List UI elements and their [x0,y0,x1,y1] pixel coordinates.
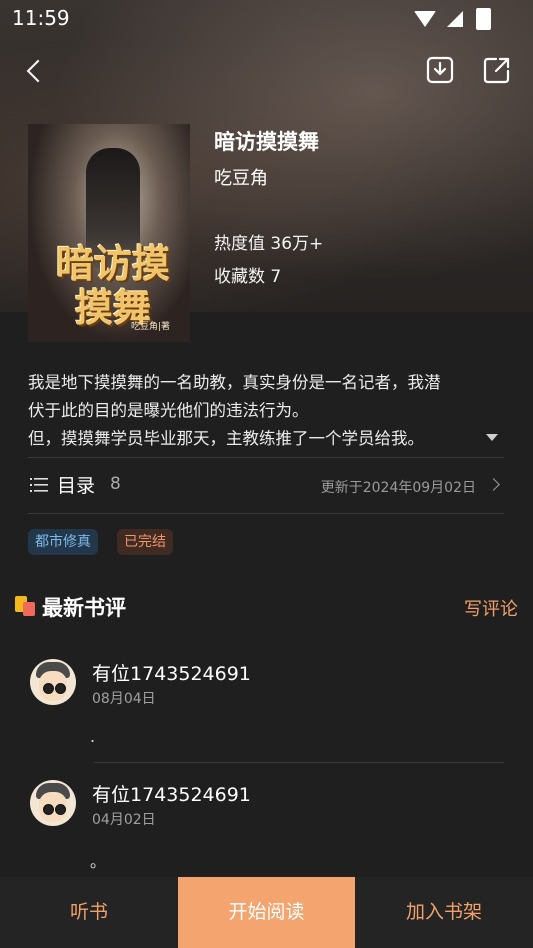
book-cover[interactable]: 暗访摸摸舞 吃豆角|著 [28,124,190,342]
tag-status: 已完结 [117,529,173,555]
back-icon[interactable] [22,57,50,85]
avatar[interactable] [30,780,76,826]
book-heat: 热度值 36万+ [214,234,324,254]
share-icon[interactable] [483,56,511,84]
cover-title: 暗访摸摸舞 [55,241,170,330]
listen-button[interactable]: 听书 [0,877,178,948]
list-icon [30,478,48,492]
section-marker-icon [15,596,37,618]
description-line: 我是地下摸摸舞的一名助教，真实身份是一名记者，我潜 [28,373,441,392]
divider [94,762,504,763]
expand-arrow-icon[interactable] [486,434,498,441]
signal-icon [446,11,463,27]
table-of-contents-row[interactable]: 目录 8 更新于2024年09月02日 [28,468,504,504]
avatar[interactable] [30,659,76,705]
wifi-icon [413,11,436,27]
book-description[interactable]: 我是地下摸摸舞的一名助教，真实身份是一名记者，我潜 伏于此的目的是曝光他们的违法… [28,369,498,453]
review-date: 08月04日 [92,691,156,707]
write-review-button[interactable]: 写评论 [464,595,518,621]
start-reading-button[interactable]: 开始阅读 [178,877,355,948]
review-text: 。 [90,852,107,871]
status-icons [413,8,491,30]
toc-chapter-count: 8 [110,474,121,494]
status-bar: 11:59 [0,0,533,38]
book-author[interactable]: 吃豆角 [214,164,268,190]
reviewer-name: 有位1743524691 [92,784,251,806]
divider [28,513,504,514]
review-item[interactable]: 有位1743524691 04月02日 。 [28,780,504,875]
review-text: . [90,727,96,746]
chevron-right-icon [487,478,500,491]
tag-genre[interactable]: 都市修真 [28,529,98,555]
cover-author: 吃豆角|著 [130,322,170,332]
book-collect-count: 收藏数 7 [214,267,282,287]
divider [28,457,504,458]
download-icon[interactable] [426,56,454,84]
toc-updated-date: 更新于2024年09月02日 [320,480,476,496]
add-to-shelf-button[interactable]: 加入书架 [355,877,533,948]
description-line: 伏于此的目的是曝光他们的违法行为。 [28,401,309,420]
review-item[interactable]: 有位1743524691 08月04日 . [28,659,504,759]
review-date: 04月02日 [92,812,156,828]
status-time: 11:59 [12,6,70,30]
bottom-action-bar: 听书 开始阅读 加入书架 [0,877,533,948]
reviews-section-title: 最新书评 [42,596,126,620]
reviewer-name: 有位1743524691 [92,663,251,685]
battery-icon [476,8,491,30]
toc-label: 目录 [57,475,96,497]
description-line: 但，摸摸舞学员毕业那天，主教练推了一个学员给我。 [28,429,424,448]
book-title: 暗访摸摸舞 [214,130,319,154]
